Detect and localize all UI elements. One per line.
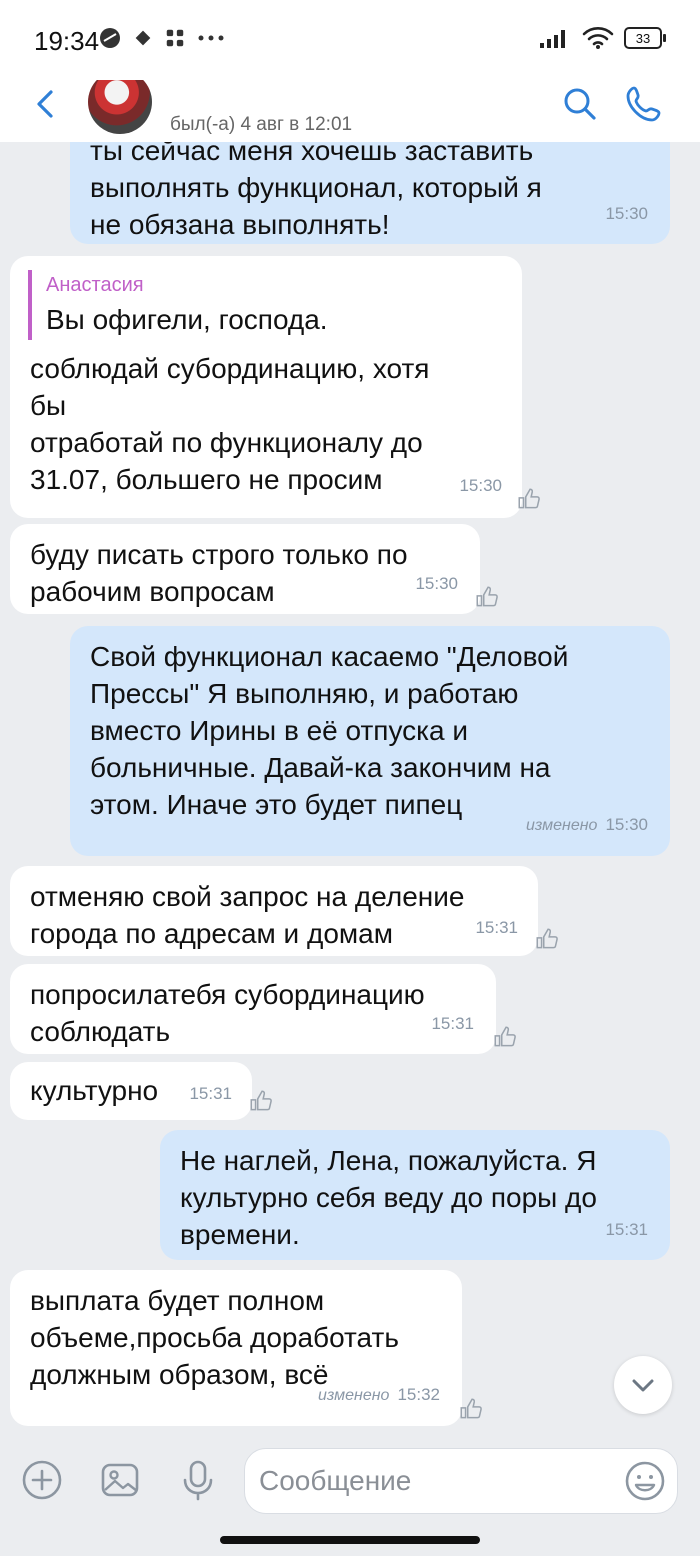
- message-time: 15:30: [605, 204, 648, 223]
- reply-text: Вы офигели, господа.: [46, 304, 328, 335]
- message-outgoing[interactable]: Свой функционал касаемо "Деловой Прессы"…: [70, 626, 670, 856]
- like-icon[interactable]: [492, 1024, 518, 1050]
- message-time: изменено 15:32: [318, 1376, 440, 1414]
- message-line: отменяю свой запрос на деление: [30, 881, 465, 912]
- home-indicator[interactable]: [220, 1536, 480, 1544]
- message-line: рабочим вопросам: [30, 576, 275, 607]
- message-input-placeholder: Сообщение: [259, 1465, 412, 1496]
- status-bar: 19:34 33: [0, 0, 700, 80]
- message-incoming[interactable]: культурно 15:31: [10, 1062, 252, 1120]
- more-notifications-icon: [198, 35, 224, 41]
- grid-notification-icon: [166, 29, 184, 47]
- message-line: культурно себя веду до поры до: [180, 1182, 597, 1213]
- message-line: больничные. Давай-ка закончим на: [90, 752, 551, 783]
- message-time: изменено 15:30: [526, 806, 648, 844]
- battery-icon: 33: [624, 27, 666, 49]
- message-line: вместо Ирины в её отпуска и: [90, 715, 469, 746]
- message-line: попросилатебя субординацию: [30, 979, 425, 1010]
- message-time: 15:31: [189, 1084, 232, 1103]
- like-icon[interactable]: [516, 486, 542, 512]
- like-icon[interactable]: [534, 926, 560, 952]
- message-line: Свой функционал касаемо "Деловой: [90, 641, 569, 672]
- search-icon[interactable]: [560, 84, 600, 124]
- reply-author: Анастасия: [46, 274, 144, 296]
- message-time-value: 15:32: [397, 1385, 440, 1404]
- message-input[interactable]: Сообщение: [244, 1448, 678, 1514]
- signal-icon: [540, 30, 565, 48]
- message-line: Не наглей, Лена, пожалуйста. Я: [180, 1145, 597, 1176]
- edited-label: изменено: [318, 1387, 390, 1404]
- like-icon[interactable]: [474, 584, 500, 610]
- system-icons: 33: [538, 26, 666, 50]
- scroll-down-button[interactable]: [614, 1356, 672, 1414]
- message-time-value: 15:30: [605, 815, 648, 834]
- message-line: выполнять функционал, который я: [90, 172, 542, 203]
- message-line: Прессы" Я выполняю, и работаю: [90, 678, 519, 709]
- app-notification-icon: [100, 28, 120, 48]
- reply-quote[interactable]: Анастасия Вы офигели, господа.: [28, 270, 502, 340]
- message-line: соблюдай субординацию, хотя: [30, 353, 430, 384]
- notification-icons: [98, 26, 226, 50]
- gallery-icon[interactable]: [98, 1458, 142, 1502]
- like-icon[interactable]: [458, 1396, 484, 1422]
- message-line: бы: [30, 390, 67, 421]
- chevron-down-icon: [632, 1379, 654, 1392]
- message-line: буду писать строго только по: [30, 539, 408, 570]
- microphone-icon[interactable]: [176, 1458, 220, 1502]
- like-icon[interactable]: [248, 1088, 274, 1114]
- message-line: 31.07, большего не просим: [30, 464, 383, 495]
- message-incoming[interactable]: выплата будет полном объеме,просьба дора…: [10, 1270, 462, 1426]
- message-incoming[interactable]: попросилатебя субординацию соблюдать 15:…: [10, 964, 496, 1054]
- back-button[interactable]: [26, 84, 66, 124]
- message-line: не обязана выполнять!: [90, 209, 390, 240]
- chat-history: ты сейчас меня хочешь заставить выполнят…: [0, 0, 700, 1556]
- attach-icon[interactable]: [20, 1458, 64, 1502]
- message-incoming[interactable]: отменяю свой запрос на деление города по…: [10, 866, 538, 956]
- message-outgoing[interactable]: Не наглей, Лена, пожалуйста. Я культурно…: [160, 1130, 670, 1260]
- message-line: времени.: [180, 1219, 300, 1250]
- message-incoming[interactable]: Анастасия Вы офигели, господа. соблюдай …: [10, 256, 522, 518]
- phone-icon[interactable]: [622, 82, 666, 126]
- message-time: 15:30: [415, 574, 458, 593]
- message-time: 15:31: [605, 1220, 648, 1239]
- message-line: города по адресам и домам: [30, 918, 393, 949]
- status-time: 19:34: [34, 26, 100, 56]
- last-seen-status: был(-а) 4 авг в 12:01: [170, 114, 353, 135]
- message-time: 15:31: [475, 918, 518, 937]
- message-incoming[interactable]: буду писать строго только по рабочим воп…: [10, 524, 480, 614]
- wifi-icon: [582, 27, 614, 49]
- emoji-icon[interactable]: [623, 1459, 667, 1503]
- edited-label: изменено: [526, 817, 598, 834]
- message-line: выплата будет полном: [30, 1285, 325, 1316]
- message-line: отработай по функционалу до: [30, 427, 423, 458]
- message-line: объеме,просьба доработать: [30, 1322, 399, 1353]
- message-line: соблюдать: [30, 1016, 171, 1047]
- message-time: 15:30: [459, 476, 502, 495]
- message-time: 15:31: [431, 1014, 474, 1033]
- pin-notification-icon: [135, 30, 151, 46]
